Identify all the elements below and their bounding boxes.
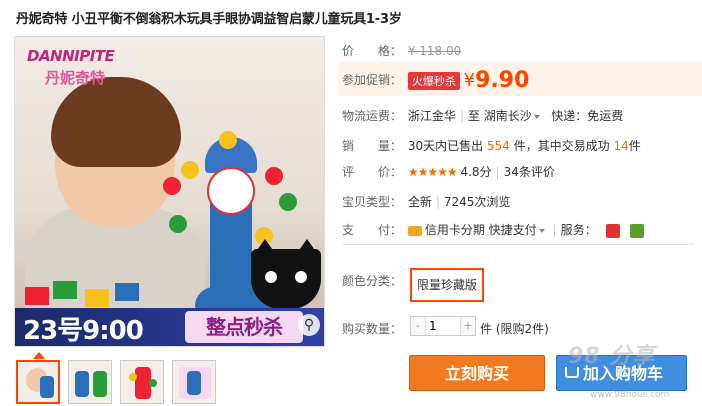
service-label: 服务： — [560, 223, 597, 237]
star-rating-icon: ★★★★★ — [407, 165, 458, 179]
sales-text-1: 30天内已售出 — [407, 139, 484, 153]
toy-ball — [181, 161, 199, 179]
flash-sale-banner: 23号9:00 整点秒杀 — [15, 308, 324, 346]
toy-ball — [163, 177, 181, 195]
flash-sale-tag: 整点秒杀 — [185, 311, 303, 343]
quantity-limit: (限购2件) — [495, 322, 549, 336]
shipping-label: 物流运费： — [342, 109, 403, 123]
toy-block — [53, 281, 77, 299]
thumbnail-1[interactable] — [16, 360, 60, 404]
price-label: 价 格： — [342, 44, 403, 58]
rating-label: 评 价： — [342, 165, 403, 179]
quantity-unit-row: 件 (限购2件) — [480, 320, 549, 337]
credit-card-icon — [407, 225, 422, 236]
quick-pay-link[interactable]: 快捷支付 — [489, 223, 537, 237]
sales-label: 销 量： — [342, 139, 403, 153]
payment-label: 支 付： — [342, 223, 403, 237]
quantity-unit: 件 — [480, 322, 493, 336]
thumbnail-indicator-arrow — [33, 352, 45, 359]
color-row-label: 颜色分类： — [342, 272, 404, 289]
sales-text-2: 件，其中交易成功 — [513, 139, 610, 153]
original-price: ¥ 118.00 — [407, 44, 462, 58]
delivery-fee: 快递：免运费 — [551, 109, 624, 123]
promo-price: 9.90 — [475, 68, 530, 93]
chevron-down-icon[interactable] — [538, 228, 545, 233]
thumbnail-strip — [16, 360, 216, 404]
rating-row: 评 价： ★★★★★ 4.8分 | 34条评价 — [342, 165, 555, 179]
clown-face — [207, 167, 255, 215]
brand-name-en: DANNIPITE — [27, 47, 115, 65]
flash-sale-time: 23号9:00 — [23, 316, 144, 346]
quantity-row-label: 购买数量： — [342, 320, 404, 337]
sales-success-count: 14 — [613, 139, 629, 153]
sales-text-3: 件 — [628, 139, 641, 153]
quantity-stepper: - + — [410, 316, 476, 336]
rating-score: 4.8分 — [460, 165, 492, 179]
toy-ball — [219, 131, 237, 149]
ship-to-prefix: 至 — [467, 109, 480, 123]
sales-row: 销 量： 30天内已售出 554 件，其中交易成功 14件 — [342, 137, 641, 154]
payment-row: 支 付： 信用卡分期 快捷支付 | 服务： — [342, 221, 645, 238]
tmall-cat-icon — [251, 239, 321, 309]
type-label: 宝贝类型： — [342, 195, 403, 209]
brand-logo: DANNIPITE 丹妮奇特 — [23, 47, 133, 93]
toy-block — [115, 283, 139, 301]
thumbnail-2[interactable] — [68, 360, 112, 404]
item-condition: 全新 — [407, 195, 432, 209]
cat-eye — [295, 271, 307, 283]
quantity-plus-button[interactable]: + — [461, 317, 475, 335]
view-count: 7245次浏览 — [443, 195, 511, 209]
promo-currency: ¥ — [463, 70, 476, 91]
credit-installment-link[interactable]: 信用卡分期 — [425, 223, 485, 237]
price-row: 价 格： ¥ 118.00 — [342, 42, 461, 59]
toy-block — [25, 287, 49, 305]
magnifier-icon[interactable]: ⚲ — [298, 314, 320, 336]
thumbnail-3[interactable] — [120, 360, 164, 404]
ship-to-city: 湖南长沙 — [483, 109, 532, 123]
type-row: 宝贝类型： 全新 | 7245次浏览 — [342, 195, 511, 209]
color-option-limited[interactable]: 限量珍藏版 — [410, 268, 484, 302]
promotion-label: 参加促销： — [342, 73, 403, 87]
buy-now-button[interactable]: 立刻购买 — [409, 355, 545, 391]
hot-sale-badge: 火爆秒杀 — [407, 71, 460, 90]
chevron-down-icon — [533, 114, 540, 119]
quantity-minus-button[interactable]: - — [411, 317, 425, 335]
site-watermark: 98 分享 — [568, 344, 656, 369]
ship-to-select[interactable]: 湖南长沙 — [484, 109, 540, 123]
thumbnail-4[interactable] — [172, 360, 216, 404]
cat-eye — [265, 271, 277, 283]
toy-ball — [279, 193, 297, 211]
quantity-label: 购买数量： — [342, 322, 403, 336]
seven-day-return-icon[interactable] — [606, 223, 621, 238]
shipping-row: 物流运费： 浙江金华 | 至 湖南长沙 快递：免运费 — [342, 109, 624, 123]
brand-name-cn: 丹妮奇特 — [45, 69, 106, 87]
promotion-row: 参加促销： 火爆秒杀 ¥9.90 — [342, 68, 529, 93]
sales-sold-count: 554 — [486, 139, 510, 153]
quantity-input[interactable] — [425, 317, 461, 335]
product-main-image[interactable]: DANNIPITE 丹妮奇特 23号9:00 整点秒杀 ⚲ — [14, 36, 325, 347]
ship-from: 浙江金华 — [407, 109, 456, 123]
toy-ball — [265, 167, 283, 185]
section-divider — [342, 244, 694, 245]
toy-block — [85, 289, 109, 307]
review-count-link[interactable]: 34条评价 — [504, 165, 555, 179]
site-watermark-url: www.98hous.com — [590, 390, 670, 400]
guarantee-icon[interactable] — [630, 223, 645, 238]
toy-ball — [169, 215, 187, 233]
color-label: 颜色分类： — [342, 274, 403, 288]
product-title: 丹妮奇特 小丑平衡不倒翁积木玩具手眼协调益智启蒙儿童玩具1-3岁 — [16, 12, 402, 27]
